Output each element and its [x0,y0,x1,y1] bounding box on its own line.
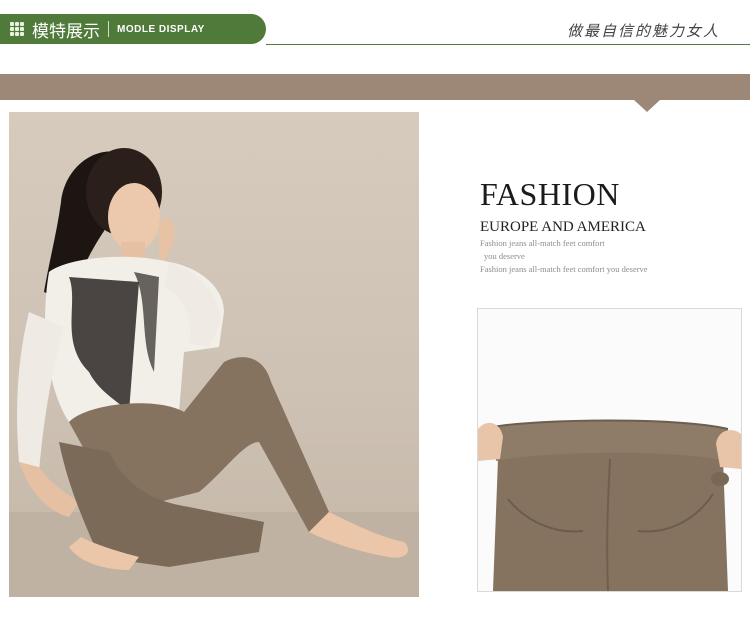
section-title-cn: 模特展示 [32,21,100,42]
model-photo [9,112,419,597]
header-rule [266,44,750,45]
brown-band [0,74,750,100]
tagline-line: Fashion jeans all-match feet comfort you… [480,264,648,274]
waistband-detail-photo [477,308,742,592]
fashion-title: FASHION [480,176,620,212]
band-notch [634,100,660,112]
section-header: 模特展示 MODLE DISPLAY 做最自信的魅力女人 [0,0,750,48]
tagline-line: Fashion jeans all-match feet comfort [480,238,605,248]
grid-icon [10,22,24,36]
fashion-subtitle: EUROPE AND AMERICA [480,219,646,235]
divider [108,21,109,37]
slogan: 做最自信的魅力女人 [566,22,720,40]
section-tab: 模特展示 MODLE DISPLAY [0,14,266,44]
section-title-en: MODLE DISPLAY [117,23,205,35]
tagline-line: you deserve [484,251,525,261]
